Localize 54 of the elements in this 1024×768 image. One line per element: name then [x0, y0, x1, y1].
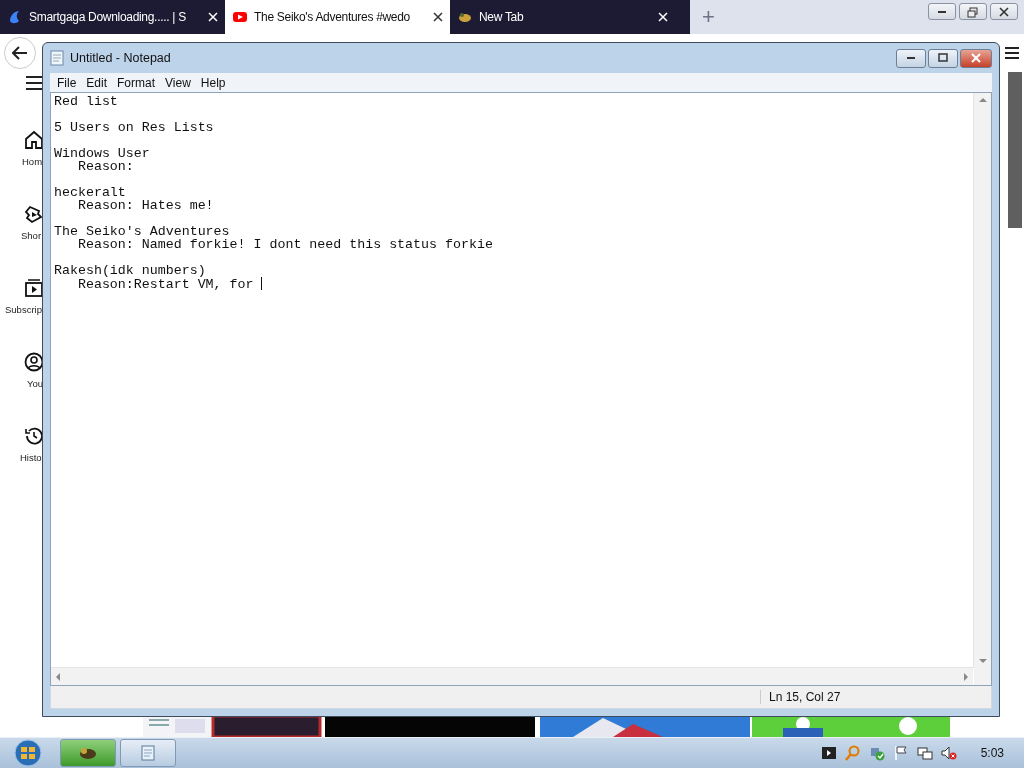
muted-volume-icon[interactable]: [940, 745, 957, 761]
scroll-right-icon[interactable]: [963, 672, 969, 681]
maximize-button[interactable]: [928, 48, 958, 68]
bug-icon: [78, 745, 98, 761]
new-tab-button[interactable]: +: [690, 4, 727, 30]
maximize-icon: [935, 52, 951, 64]
menu-item[interactable]: Format: [112, 75, 161, 90]
scroll-left-icon[interactable]: [55, 672, 61, 681]
scroll-down-icon[interactable]: [978, 658, 987, 664]
restore-button[interactable]: [959, 3, 987, 20]
history-icon[interactable]: [24, 426, 44, 446]
menu-icon[interactable]: [1004, 46, 1020, 60]
taskbar-button[interactable]: [60, 739, 116, 767]
subscriptions-icon[interactable]: [24, 278, 44, 298]
status-text: Ln 15, Col 27: [760, 690, 991, 704]
close-button[interactable]: [960, 48, 992, 68]
close-icon: [996, 5, 1012, 18]
sidebar-label[interactable]: You: [0, 378, 44, 389]
shorts-icon[interactable]: [24, 204, 44, 224]
sidebar-label[interactable]: Subscrip: [0, 304, 42, 315]
tray-app-icon[interactable]: [820, 745, 837, 761]
minimize-button[interactable]: [896, 48, 926, 68]
back-arrow-icon: [12, 46, 28, 60]
restore-icon: [965, 5, 981, 18]
update-icon[interactable]: [868, 745, 885, 761]
notepad-icon: [50, 50, 64, 66]
close-icon: [968, 52, 984, 64]
close-button[interactable]: [990, 3, 1018, 20]
home-icon[interactable]: [24, 130, 44, 150]
sidebar-label[interactable]: Hom: [0, 156, 43, 167]
taskbar-button[interactable]: [120, 739, 176, 767]
menu-item[interactable]: Edit: [81, 75, 113, 90]
user-icon[interactable]: [24, 352, 44, 372]
close-icon[interactable]: [433, 12, 443, 22]
notepad-icon: [139, 744, 157, 762]
minimize-button[interactable]: [928, 3, 956, 20]
sidebar-label[interactable]: Histo: [0, 452, 42, 463]
vertical-scrollbar[interactable]: [973, 93, 991, 668]
sidebar-label[interactable]: Shor: [0, 230, 42, 241]
window-title: Untitled - Notepad: [70, 51, 171, 65]
menu-item[interactable]: View: [160, 75, 196, 90]
menu-item[interactable]: Help: [195, 75, 231, 90]
browser-tab[interactable]: The Seiko's Adventures #wedo: [225, 0, 450, 34]
minimize-icon: [938, 10, 946, 13]
clock: 5:03: [980, 746, 1004, 760]
scroll-up-icon[interactable]: [978, 97, 987, 103]
scrollbar-thumb[interactable]: [1008, 72, 1022, 228]
minimize-icon: [907, 57, 915, 59]
horizontal-scrollbar[interactable]: [51, 667, 973, 685]
start-button[interactable]: [12, 739, 44, 767]
menu-item[interactable]: File: [52, 75, 82, 90]
flag-icon[interactable]: [892, 745, 909, 761]
network-icon[interactable]: [916, 745, 933, 761]
play-icon: [232, 9, 248, 25]
